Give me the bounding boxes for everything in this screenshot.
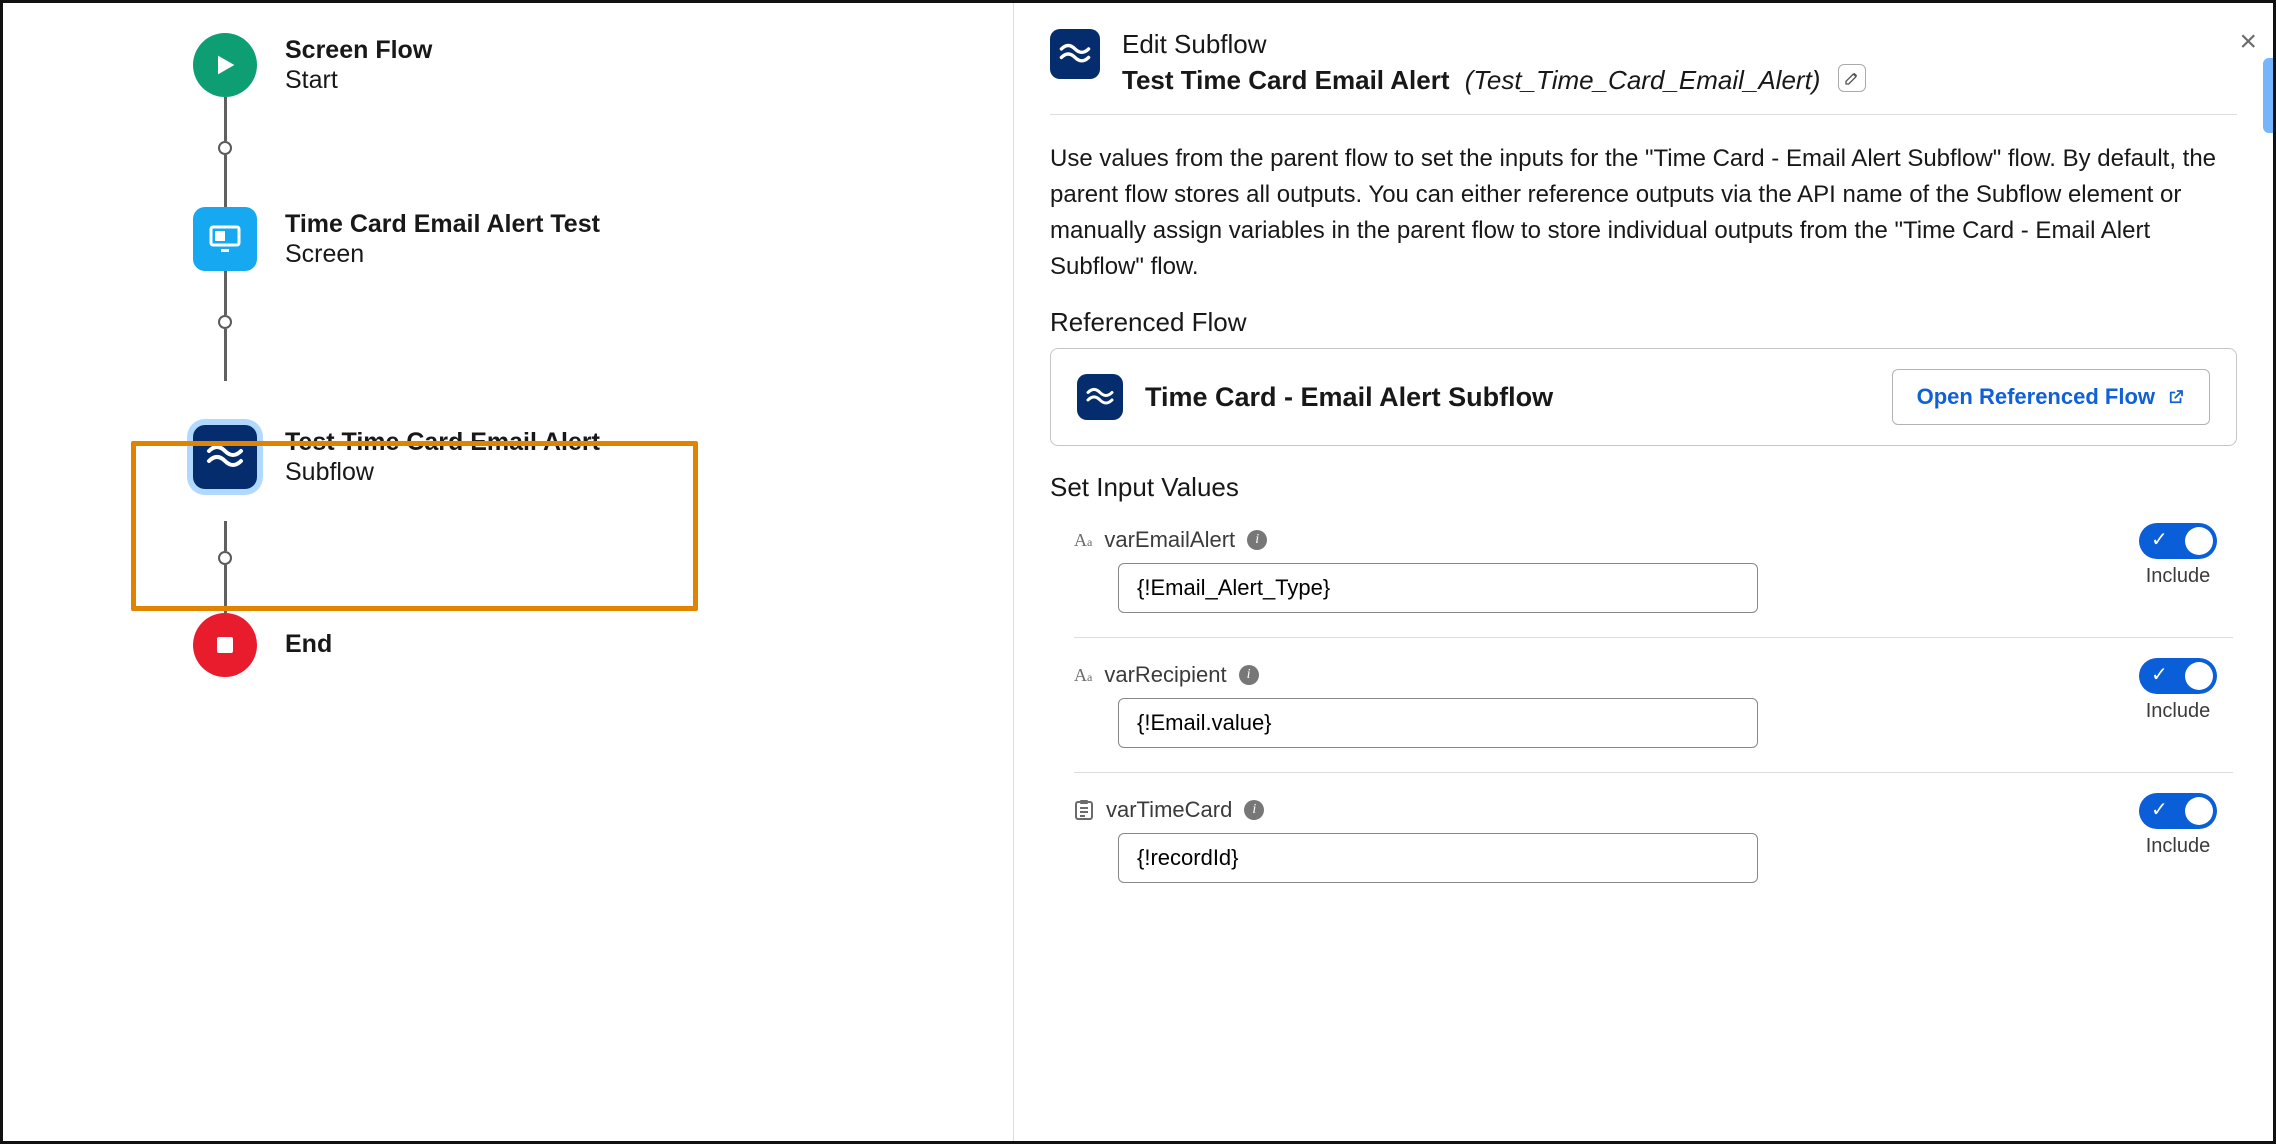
text-type-icon: Aa	[1074, 665, 1092, 686]
input-variable-name: varTimeCard	[1106, 797, 1232, 823]
flow-node-subflow[interactable]: Test Time Card Email Alert Subflow	[193, 425, 753, 489]
info-icon[interactable]: i	[1247, 530, 1267, 550]
open-referenced-flow-label: Open Referenced Flow	[1917, 384, 2155, 410]
node-subtitle: Screen	[285, 240, 600, 269]
referenced-flow-name: Time Card - Email Alert Subflow	[1145, 382, 1553, 413]
stop-icon	[193, 613, 257, 677]
app-frame: Screen Flow Start Time Card Email Alert …	[0, 0, 2276, 1144]
referenced-flow-card: Time Card - Email Alert Subflow Open Ref…	[1050, 348, 2237, 446]
input-variable-name: varRecipient	[1104, 662, 1226, 688]
open-referenced-flow-button[interactable]: Open Referenced Flow	[1892, 369, 2210, 425]
input-row: Aa varEmailAlert i ✓ Include	[1074, 503, 2233, 638]
play-icon	[193, 33, 257, 97]
node-title: Time Card Email Alert Test	[285, 209, 600, 240]
node-title: End	[285, 629, 332, 660]
info-icon[interactable]: i	[1239, 665, 1259, 685]
panel-header: Edit Subflow Test Time Card Email Alert …	[1050, 29, 2237, 115]
panel-description: Use values from the parent flow to set t…	[1050, 141, 2237, 285]
include-toggle-label: Include	[2146, 700, 2211, 723]
input-value-field[interactable]	[1118, 833, 1758, 883]
section-set-input-values: Set Input Values	[1050, 472, 2237, 503]
section-referenced-flow: Referenced Flow	[1050, 307, 2237, 338]
input-variable-name: varEmailAlert	[1104, 527, 1235, 553]
flow-node-screen[interactable]: Time Card Email Alert Test Screen	[193, 207, 753, 271]
info-icon[interactable]: i	[1244, 800, 1264, 820]
panel-heading-name: Test Time Card Email Alert (Test_Time_Ca…	[1122, 64, 1866, 96]
flow-node-end[interactable]: End	[193, 613, 753, 677]
include-toggle[interactable]: ✓	[2139, 523, 2217, 559]
subflow-icon	[1050, 29, 1100, 79]
input-value-field[interactable]	[1118, 563, 1758, 613]
flow-connector	[193, 271, 257, 381]
node-subtitle: Start	[285, 66, 432, 95]
include-toggle-label: Include	[2146, 835, 2211, 858]
subflow-icon	[193, 425, 257, 489]
text-type-icon: Aa	[1074, 530, 1092, 551]
input-value-field[interactable]	[1118, 698, 1758, 748]
record-type-icon	[1074, 799, 1094, 821]
node-title: Screen Flow	[285, 35, 432, 66]
input-row: varTimeCard i ✓ Include	[1074, 773, 2233, 907]
include-toggle-label: Include	[2146, 565, 2211, 588]
panel-element-label: Test Time Card Email Alert	[1122, 65, 1450, 95]
open-external-icon	[2167, 388, 2185, 406]
panel-element-api-name: (Test_Time_Card_Email_Alert)	[1465, 65, 1821, 95]
include-toggle[interactable]: ✓	[2139, 793, 2217, 829]
input-row: Aa varRecipient i ✓ Include	[1074, 638, 2233, 773]
screen-icon	[193, 207, 257, 271]
flow-node-start[interactable]: Screen Flow Start	[193, 33, 753, 97]
node-subtitle: Subflow	[285, 458, 600, 487]
include-toggle[interactable]: ✓	[2139, 658, 2217, 694]
panel-heading-type: Edit Subflow	[1122, 29, 1866, 60]
properties-panel: × Edit Subflow Test Time Card Email Aler…	[1013, 3, 2273, 1141]
subflow-icon	[1077, 374, 1123, 420]
flow-canvas[interactable]: Screen Flow Start Time Card Email Alert …	[3, 3, 1013, 1141]
flow-connector	[193, 521, 257, 613]
node-title: Test Time Card Email Alert	[285, 427, 600, 458]
edit-label-button[interactable]	[1838, 64, 1866, 92]
flow-connector	[193, 97, 257, 207]
